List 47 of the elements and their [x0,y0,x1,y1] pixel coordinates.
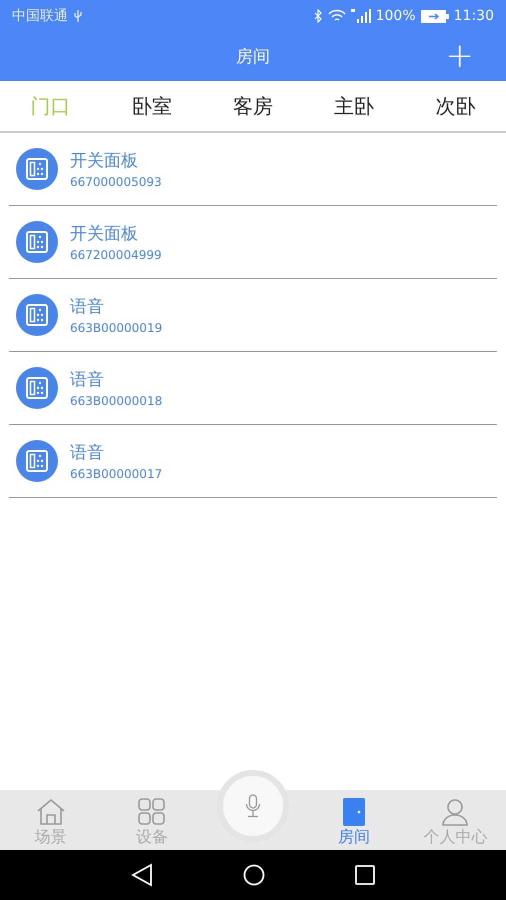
device-serial: 663B00000018 [70,394,162,408]
bluetooth-icon [314,9,323,23]
device-name: 语音 [70,369,105,391]
battery-percent: 100% [376,8,416,24]
device-name: 语音 [70,296,105,318]
recent-apps-icon[interactable] [355,865,375,885]
device-serial: 667000005093 [70,175,162,189]
back-icon[interactable] [131,863,153,887]
device-serial: 663B00000017 [70,467,162,481]
device-row[interactable]: 开关面板 667200004999 [9,206,497,279]
device-row[interactable]: 语音 663B00000019 [9,279,497,352]
nav-tab[interactable]: 个人中心 [404,798,506,850]
carrier-name: 中国联通 [12,7,68,25]
switch-panel-icon [16,367,58,409]
door-icon [343,798,366,826]
nav-tab[interactable]: 场景 [0,798,102,850]
device-name: 语音 [70,442,105,464]
page-title: 房间 [236,46,270,68]
room-tab[interactable]: 门口 [24,88,77,124]
wifi-icon [328,9,346,23]
device-row[interactable]: 语音 663B00000018 [9,352,497,425]
switch-panel-icon [16,440,58,482]
usb-icon [73,9,83,23]
switch-panel-icon [16,221,58,263]
nav-tab[interactable]: 设备 [101,798,202,850]
signal-icon [350,9,371,23]
room-tab[interactable]: 主卧 [328,88,380,124]
room-tab[interactable]: 卧室 [126,88,178,124]
room-tab[interactable]: 客房 [226,88,279,124]
device-name: 开关面板 [70,150,139,172]
device-serial: 663B00000019 [70,321,162,335]
clock: 11:30 [454,8,494,24]
home-icon [34,798,67,826]
device-serial: 667200004999 [70,248,162,262]
microphone-icon [245,794,261,818]
device-row[interactable]: 语音 663B00000017 [9,425,497,498]
home-circle-icon[interactable] [243,864,265,886]
add-button[interactable]: + [442,36,478,76]
room-tab[interactable]: 次卧 [429,88,482,124]
person-icon [441,798,470,826]
grid-icon [138,798,166,826]
battery-icon [420,10,449,22]
switch-panel-icon [16,294,58,336]
nav-tab[interactable]: 房间 [304,798,405,850]
switch-panel-icon [16,148,58,190]
device-row[interactable]: 开关面板 667000005093 [9,133,497,206]
device-name: 开关面板 [70,223,139,245]
